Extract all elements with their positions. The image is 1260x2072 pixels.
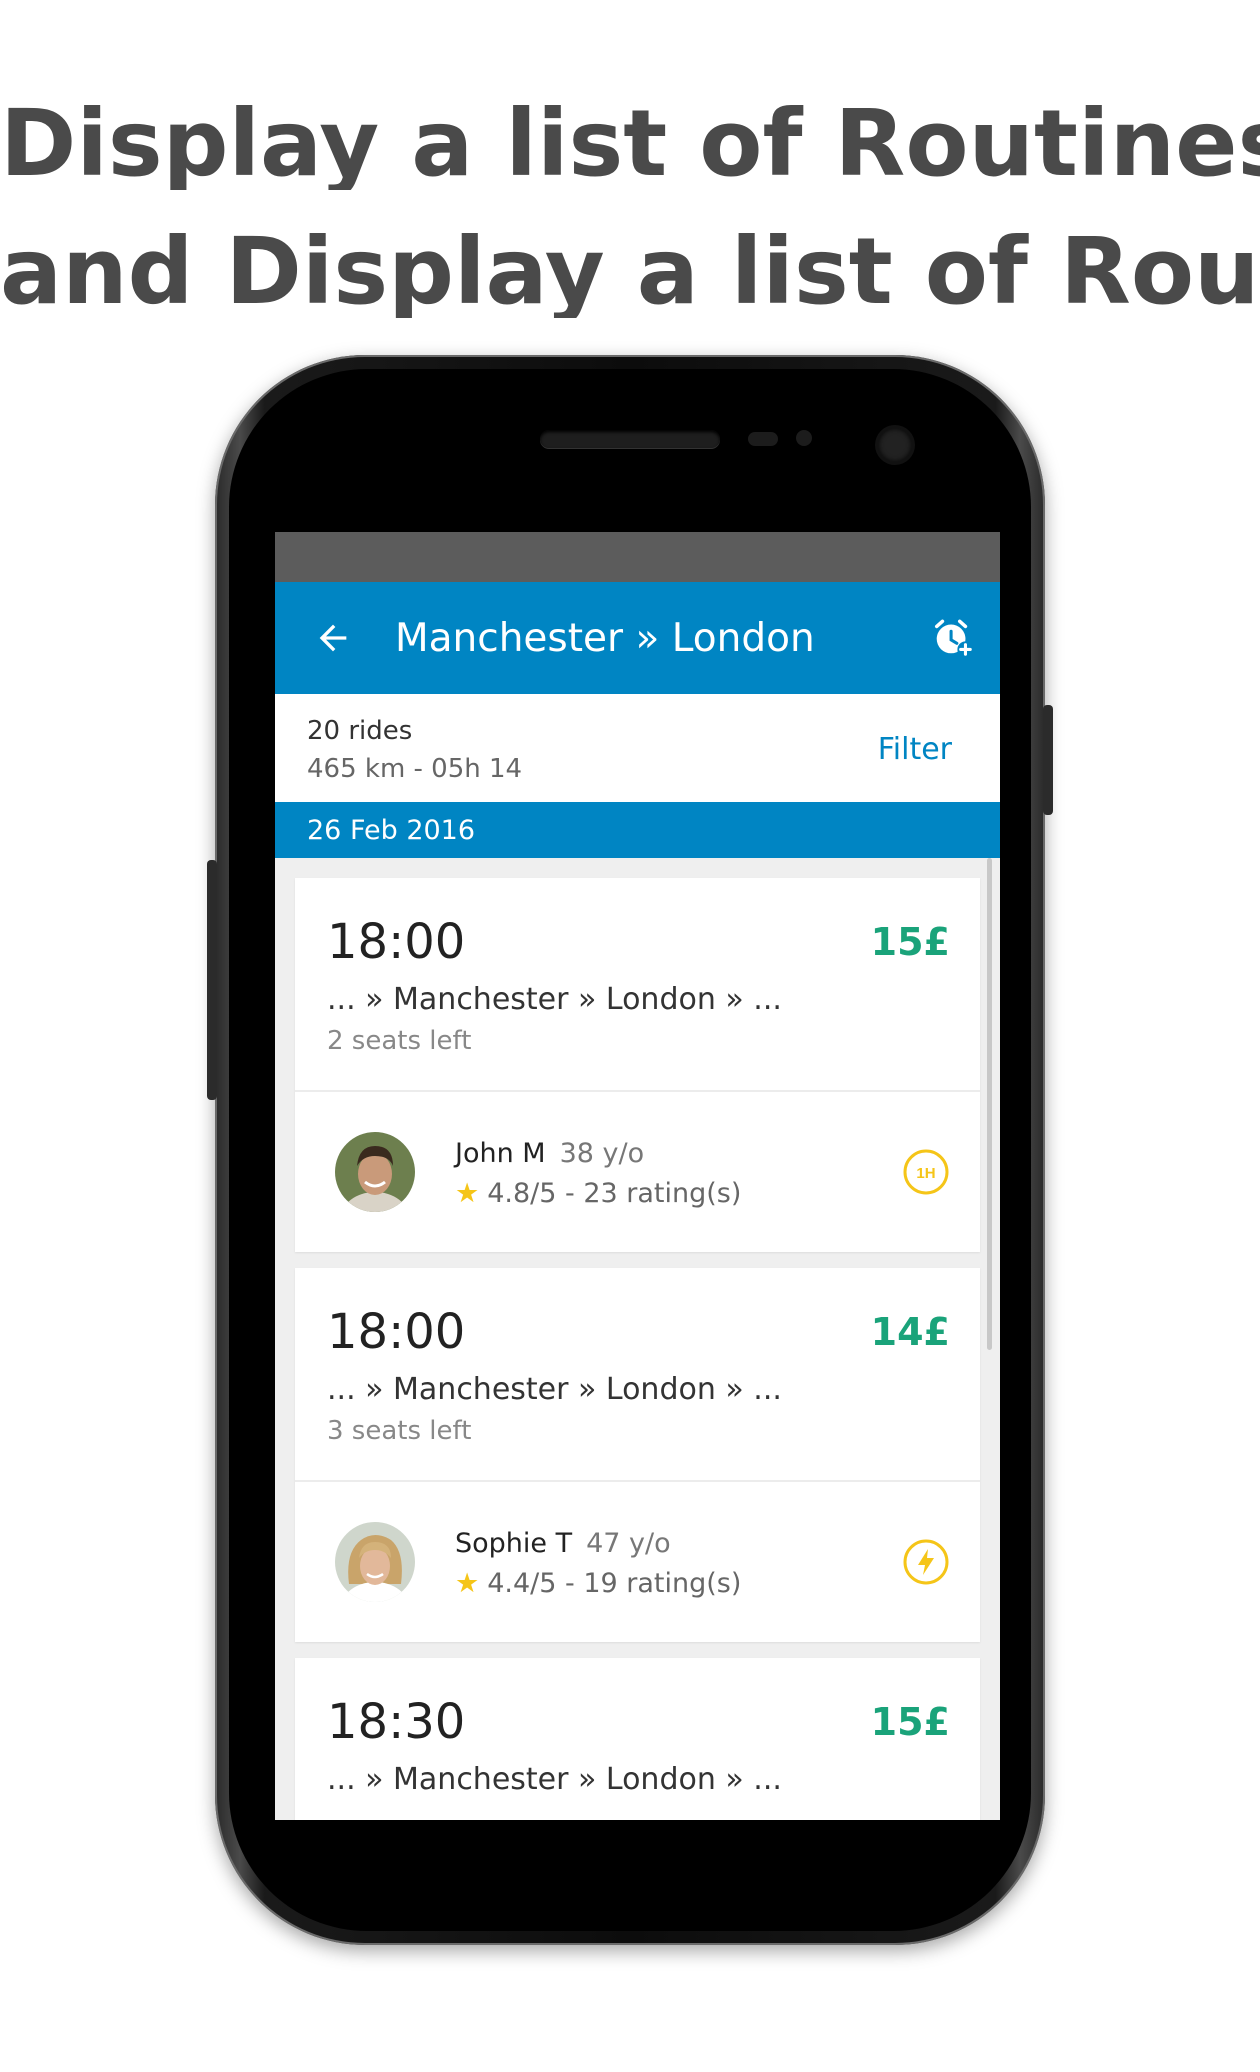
ride-time: 18:00 — [327, 914, 466, 970]
one-hour-badge-icon: 1H — [903, 1149, 949, 1195]
ride-card[interactable]: 18:00 15£ ... » Manchester » London » ..… — [295, 878, 980, 1252]
arrow-left-icon[interactable] — [313, 618, 353, 658]
avatar — [335, 1132, 415, 1212]
driver-rating: ★ 4.8/5 - 23 rating(s) — [455, 1178, 741, 1209]
date-label: 26 Feb 2016 — [307, 815, 476, 846]
ride-time: 18:00 — [327, 1304, 466, 1360]
driver-name: Sophie T 47 y/o — [455, 1528, 671, 1559]
phone-sensor-dot — [796, 430, 812, 446]
ride-info: 18:30 15£ ... » Manchester » London » ..… — [295, 1658, 980, 1820]
ride-route: ... » Manchester » London » ... — [327, 1372, 782, 1407]
phone-power-button — [1043, 705, 1053, 815]
badge-label: 1H — [916, 1165, 935, 1182]
ride-info: 18:00 14£ ... » Manchester » London » ..… — [295, 1268, 980, 1482]
phone-sensor — [748, 432, 778, 446]
phone-speaker — [540, 430, 720, 448]
avatar — [335, 1522, 415, 1602]
headline-line-1: Display a list of Routines — [0, 98, 1260, 190]
star-icon: ★ — [455, 1568, 480, 1599]
date-header: 26 Feb 2016 — [275, 802, 1000, 858]
phone-camera — [878, 428, 912, 462]
driver-info: John M 38 y/o ★ 4.8/5 - 23 rating(s) 1H — [295, 1092, 980, 1252]
driver-age: 38 y/o — [559, 1138, 645, 1169]
ride-card[interactable]: 18:00 14£ ... » Manchester » London » ..… — [295, 1268, 980, 1642]
ride-summary: 20 rides 465 km - 05h 14 Filter — [275, 694, 1000, 802]
ride-price: 15£ — [870, 920, 950, 964]
rating-text: 4.8/5 - 23 rating(s) — [487, 1178, 742, 1209]
status-bar — [275, 532, 1000, 582]
seats-left: 2 seats left — [327, 1026, 472, 1056]
seats-left: 3 seats left — [327, 1416, 472, 1446]
ride-card[interactable]: 18:30 15£ ... » Manchester » London » ..… — [295, 1658, 980, 1820]
driver-name-text: Sophie T — [455, 1528, 573, 1559]
driver-rating: ★ 4.4/5 - 19 rating(s) — [455, 1568, 741, 1599]
ride-price: 15£ — [870, 1700, 950, 1744]
scrollbar[interactable] — [987, 858, 992, 1350]
rides-count: 20 rides — [307, 716, 413, 746]
ride-price: 14£ — [870, 1310, 950, 1354]
rating-text: 4.4/5 - 19 rating(s) — [487, 1568, 742, 1599]
filter-button[interactable]: Filter — [878, 732, 952, 767]
star-icon: ★ — [455, 1178, 480, 1209]
headline-line-2: and Display a list of Routines — [0, 226, 1260, 318]
driver-name: John M 38 y/o — [455, 1138, 644, 1169]
ride-route: ... » Manchester » London » ... — [327, 1762, 782, 1797]
driver-name-text: John M — [455, 1138, 546, 1169]
ride-route: ... » Manchester » London » ... — [327, 982, 782, 1017]
page-title: Manchester » London — [395, 616, 815, 661]
lightning-icon — [903, 1539, 949, 1585]
ride-info: 18:00 15£ ... » Manchester » London » ..… — [295, 878, 980, 1092]
phone-volume-button — [207, 860, 217, 1100]
phone-screen: Manchester » London 20 rides 465 km - 05… — [275, 532, 1000, 1820]
driver-info: Sophie T 47 y/o ★ 4.4/5 - 19 rating(s) — [295, 1482, 980, 1642]
ride-time: 18:30 — [327, 1694, 466, 1750]
alarm-add-icon[interactable] — [930, 614, 976, 660]
driver-age: 47 y/o — [586, 1528, 671, 1559]
distance-duration: 465 km - 05h 14 — [307, 754, 523, 784]
app-bar: Manchester » London — [275, 582, 1000, 694]
